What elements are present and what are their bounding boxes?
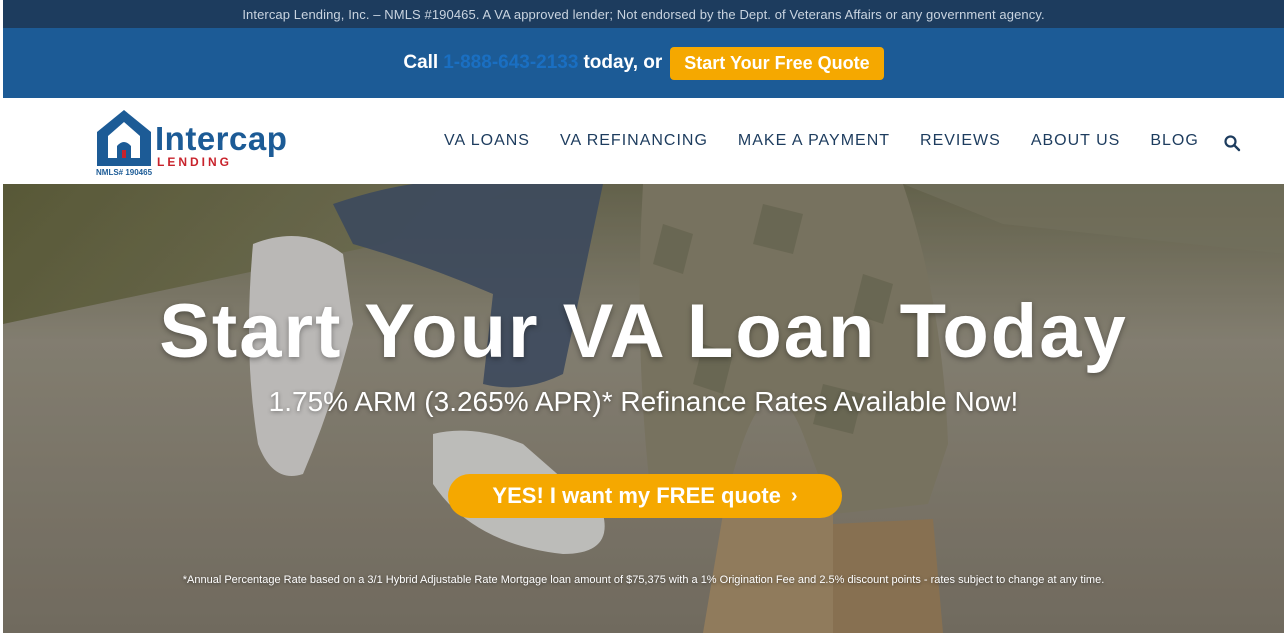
- hero-section: Start Your VA Loan Today 1.75% ARM (3.26…: [3, 184, 1284, 633]
- main-navigation: Intercap LENDING NMLS# 190465 VA LOANS V…: [3, 98, 1284, 184]
- nav-item-blog[interactable]: BLOG: [1150, 132, 1198, 150]
- search-icon[interactable]: [1223, 134, 1241, 152]
- nav-item-va-loans[interactable]: VA LOANS: [444, 132, 530, 150]
- hero-title: Start Your VA Loan Today: [159, 289, 1128, 374]
- nav-item-about-us[interactable]: ABOUT US: [1031, 132, 1121, 150]
- apr-footnote: *Annual Percentage Rate based on a 3/1 H…: [182, 574, 1105, 586]
- disclaimer-bar: Intercap Lending, Inc. – NMLS #190465. A…: [3, 0, 1284, 28]
- nav-item-make-a-payment[interactable]: MAKE A PAYMENT: [738, 132, 890, 150]
- free-quote-button[interactable]: YES! I want my FREE quote ›: [448, 474, 842, 518]
- call-label: Call: [403, 52, 439, 73]
- start-free-quote-button[interactable]: Start Your Free Quote: [670, 46, 884, 80]
- nav-menu: VA LOANS VA REFINANCING MAKE A PAYMENT R…: [444, 98, 1241, 184]
- logo-subtitle: LENDING: [157, 155, 232, 169]
- today-label: today, or: [583, 52, 663, 73]
- hero-subtitle: 1.75% ARM (3.265% APR)* Refinance Rates …: [268, 386, 1019, 417]
- house-logo-icon: [97, 110, 151, 166]
- nav-item-va-refinancing[interactable]: VA REFINANCING: [560, 132, 708, 150]
- disclaimer-text: Intercap Lending, Inc. – NMLS #190465. A…: [242, 6, 1045, 22]
- logo[interactable]: Intercap LENDING NMLS# 190465: [95, 108, 295, 178]
- chevron-right-icon: ›: [790, 484, 798, 507]
- nav-item-reviews[interactable]: REVIEWS: [920, 132, 1001, 150]
- logo-nmls: NMLS# 190465: [96, 168, 153, 177]
- free-quote-button-label: YES! I want my FREE quote: [492, 483, 781, 508]
- phone-link[interactable]: 1-888-643-2133: [443, 52, 578, 74]
- page: Intercap Lending, Inc. – NMLS #190465. A…: [3, 0, 1284, 633]
- logo-name: Intercap: [155, 120, 288, 157]
- call-to-action-bar: Call 1-888-643-2133 today, or Start Your…: [3, 28, 1284, 98]
